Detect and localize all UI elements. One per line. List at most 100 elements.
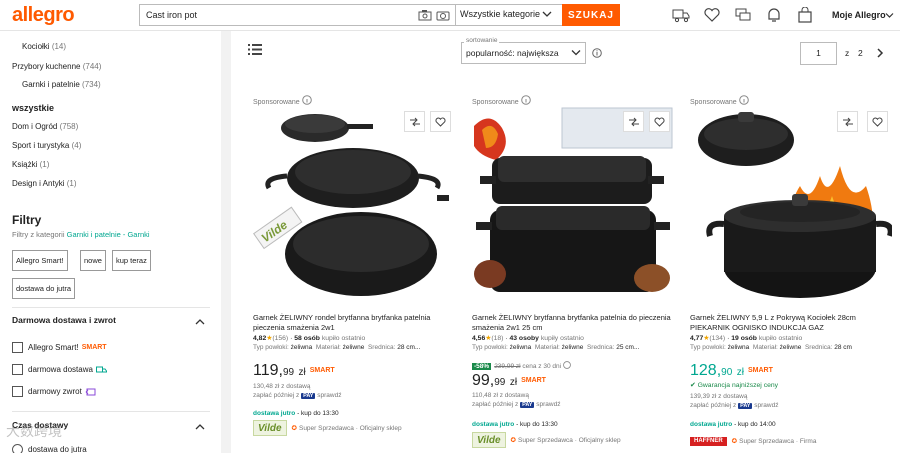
top-bar: allegro Wszystkie kategorie SZUKAJ Moje …: [0, 0, 900, 31]
smart-badge: SMART: [521, 377, 546, 384]
list-view-icon[interactable]: [248, 44, 262, 55]
chevron-down-icon[interactable]: [571, 49, 581, 56]
compare-button[interactable]: [837, 111, 858, 132]
category-count: (744): [82, 62, 102, 71]
checkbox-smart[interactable]: Allegro Smart! SMART: [12, 342, 107, 353]
discount-info: -58% 239,99 zł cena z 30 dni: [472, 361, 571, 370]
product-title[interactable]: Garnek ŻELIWNY rondel brytfanna brytfank…: [253, 313, 455, 333]
brand-logo[interactable]: HAFFNER: [690, 436, 727, 446]
info-icon[interactable]: [738, 95, 749, 105]
category-link-garnki[interactable]: Garnki i patelnie (734): [22, 80, 101, 89]
info-icon[interactable]: [520, 95, 531, 105]
product-title[interactable]: Garnek ŻELIWNY brytfanna brytfanka patel…: [472, 313, 674, 333]
compare-button[interactable]: [623, 111, 644, 132]
truck-icon: [95, 366, 107, 372]
sponsored-text: Sponsorowane: [472, 99, 519, 106]
favorite-button[interactable]: [649, 111, 670, 132]
radio-label: dostawa do jutra: [28, 445, 87, 453]
radio[interactable]: [12, 444, 23, 453]
filters-category-link[interactable]: Garnki i patelnie - Garnki: [67, 230, 150, 239]
product-image[interactable]: Vilde: [253, 106, 455, 308]
sort-select[interactable]: popularność: największa: [461, 42, 586, 64]
pay-later[interactable]: zapłać później z PAY sprawdź: [253, 392, 342, 399]
camera-icon[interactable]: [436, 9, 450, 21]
category-link-kociolki[interactable]: Kociołki (14): [22, 42, 66, 51]
filter-chip-smart[interactable]: Allegro Smart!: [12, 250, 68, 271]
pay-later[interactable]: zapłać później z PAY sprawdź: [472, 401, 561, 408]
category-link-sport[interactable]: Sport i turystyka (4): [12, 141, 81, 150]
product-title[interactable]: Garnek ŻELIWNY 5,9 L z Pokrywą Kociołek …: [690, 313, 892, 333]
discount-badge: -58%: [472, 363, 492, 370]
pay-check-link[interactable]: sprawdź: [317, 392, 341, 399]
info-icon[interactable]: [563, 361, 571, 369]
total-pages[interactable]: 2: [858, 48, 863, 58]
review-count: (18): [491, 335, 504, 342]
account-menu[interactable]: Moje Allegro: [832, 10, 886, 20]
truck-icon[interactable]: [672, 7, 690, 23]
currency: zł: [509, 377, 518, 388]
heart-icon[interactable]: [703, 7, 721, 23]
results-panel: popularność: największa sortowanie 1 z 2…: [231, 31, 900, 453]
category-select[interactable]: Wszystkie kategorie: [460, 9, 540, 19]
price-with-delivery: 110,48 zł z dostawą: [472, 392, 529, 399]
chat-icon[interactable]: [734, 7, 752, 23]
filter-chip-new[interactable]: nowe: [80, 250, 106, 271]
allegro-logo[interactable]: allegro: [12, 4, 75, 27]
favorite-button[interactable]: [430, 111, 451, 132]
checkbox[interactable]: [12, 386, 23, 397]
info-icon[interactable]: [592, 48, 602, 58]
filter-chip-tomorrow[interactable]: dostawa do jutra: [12, 278, 76, 299]
chevron-right-icon[interactable]: [876, 48, 884, 58]
radio-tomorrow[interactable]: dostawa do jutra: [12, 444, 87, 453]
chevron-up-icon[interactable]: [195, 423, 205, 430]
checkbox-free-return[interactable]: darmowy zwrot: [12, 386, 96, 397]
chevron-down-icon[interactable]: [885, 12, 894, 19]
product-card[interactable]: Sponsorowane Garnek ŻELIWNY 5,9 L z Pokr…: [690, 94, 892, 453]
product-image[interactable]: [690, 106, 892, 308]
divider: [12, 307, 210, 308]
product-image[interactable]: [472, 106, 674, 308]
favorite-button[interactable]: [867, 111, 888, 132]
rating: 4,82★(156) · 58 osób kupiło ostatnio: [253, 335, 366, 342]
lowest-price-guarantee[interactable]: ✔ Gwarancja najniższej ceny: [690, 381, 778, 389]
pay-check-link[interactable]: sprawdź: [754, 402, 778, 409]
free-delivery-section-title[interactable]: Darmowa dostawa i zwrot: [12, 315, 116, 325]
product-card[interactable]: Sponsorowane Garnek ŻELIWNY brytfanna br…: [472, 94, 674, 453]
category-label: Przybory kuchenne: [12, 62, 81, 71]
category-link-design[interactable]: Design i Antyki (1): [12, 179, 76, 188]
pay-check-link[interactable]: sprawdź: [536, 401, 560, 408]
filter-chip-buy-now[interactable]: kup teraz: [112, 250, 151, 271]
category-link-przybory[interactable]: Przybory kuchenne (744): [12, 62, 101, 71]
rating: 4,56★(18) · 43 osoby kupiły ostatnio: [472, 335, 584, 342]
category-label: Książki: [12, 160, 38, 169]
chevron-up-icon[interactable]: [195, 318, 205, 325]
bell-icon[interactable]: [765, 7, 783, 23]
category-link-dom[interactable]: Dom i Ogród (758): [12, 122, 78, 131]
check-shield-icon: ✔: [690, 382, 696, 389]
page-input[interactable]: 1: [800, 42, 837, 65]
pay-later[interactable]: zapłać później z PAY sprawdź: [690, 402, 779, 409]
chevron-down-icon[interactable]: [542, 10, 552, 18]
info-icon[interactable]: [301, 95, 312, 105]
compare-button[interactable]: [404, 111, 425, 132]
brand-logo[interactable]: Vilde: [472, 432, 506, 448]
delivery-info: dostawa jutro - kup do 13:30: [472, 421, 558, 428]
seller-type: Super Sprzedawca: [517, 436, 573, 444]
checkbox[interactable]: [12, 342, 23, 353]
category-link-ksiazki[interactable]: Książki (1): [12, 160, 49, 169]
checkbox-free-delivery[interactable]: darmowa dostawa: [12, 364, 107, 375]
param-value: żeliwna: [727, 344, 750, 351]
smart-badge: SMART: [747, 367, 773, 374]
heart-icon: [654, 117, 665, 127]
price-cents: 99: [494, 377, 506, 388]
search-input[interactable]: [140, 5, 416, 25]
filters-subtitle: Filtry z kategorii Garnki i patelnie - G…: [12, 230, 150, 239]
photo-search-icon[interactable]: [418, 9, 432, 21]
cart-icon[interactable]: [796, 7, 814, 23]
search-button[interactable]: SZUKAJ: [562, 4, 620, 26]
checkbox[interactable]: [12, 364, 23, 375]
search-separator: [455, 5, 456, 25]
currency: zł: [736, 367, 744, 378]
brand-logo[interactable]: Vilde: [253, 420, 287, 436]
product-card[interactable]: Sponsorowane Vilde Garnek ŻELIWNY rondel…: [253, 94, 455, 453]
